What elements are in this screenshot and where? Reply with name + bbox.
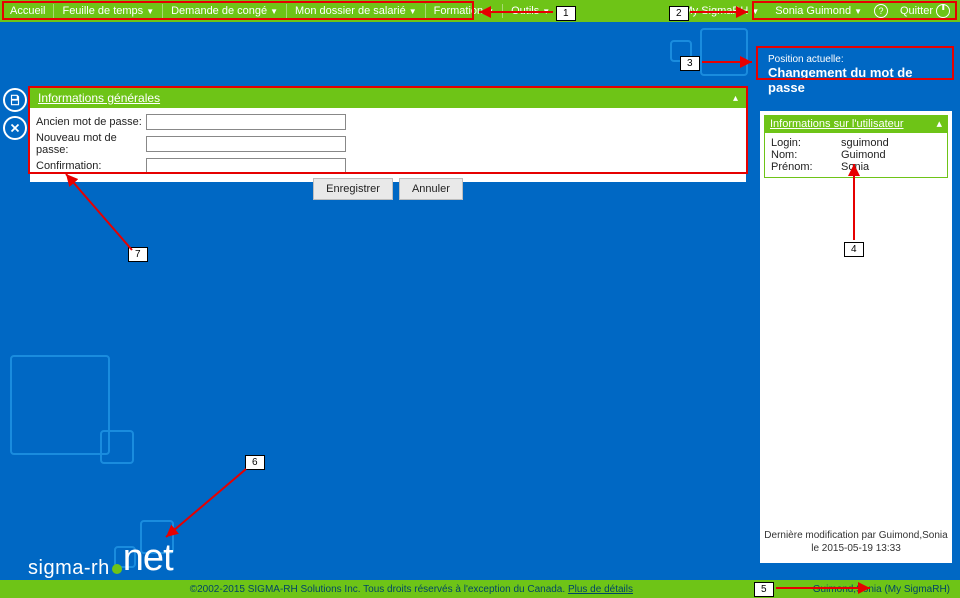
callout-5: 5 xyxy=(754,582,774,597)
login-value: sguimond xyxy=(841,137,889,149)
collapse-icon[interactable]: ▴ xyxy=(936,117,942,130)
new-password-label: Nouveau mot de passe: xyxy=(36,132,146,156)
dot-icon xyxy=(112,564,122,574)
chevron-down-icon: ▼ xyxy=(409,7,417,16)
nav-quit[interactable]: Quitter xyxy=(896,4,954,18)
cancel-button[interactable]: Annuler xyxy=(399,178,463,200)
user-info-header[interactable]: Informations sur l'utilisateur ▴ xyxy=(764,115,948,132)
nav-dossier[interactable]: Mon dossier de salarié▼ xyxy=(291,5,421,17)
confirm-password-input[interactable] xyxy=(146,158,346,174)
chevron-down-icon: ▼ xyxy=(146,7,154,16)
logo: sigma-rhnet xyxy=(28,537,173,580)
callout-3: 3 xyxy=(680,56,700,71)
panel-header[interactable]: Informations générales ▴ xyxy=(30,88,746,108)
deco-square xyxy=(100,430,134,464)
current-position: Position actuelle: Changement du mot de … xyxy=(760,48,952,105)
right-column: Position actuelle: Changement du mot de … xyxy=(760,48,952,563)
footer-details-link[interactable]: Plus de détails xyxy=(568,584,633,595)
prenom-value: Sonia xyxy=(841,161,869,173)
footer: ©2002-2015 SIGMA-RH Solutions Inc. Tous … xyxy=(0,580,960,598)
save-icon-button[interactable] xyxy=(3,88,27,112)
nav-conge[interactable]: Demande de congé▼ xyxy=(167,5,282,17)
chevron-down-icon: ▼ xyxy=(751,7,759,16)
close-icon xyxy=(8,121,22,135)
user-info-panel: Informations sur l'utilisateur ▴ Login:s… xyxy=(760,111,952,563)
nav-left: Accueil Feuille de temps▼ Demande de con… xyxy=(6,4,554,18)
nom-value: Guimond xyxy=(841,149,886,161)
nav-product[interactable]: My SigmaRH▼ xyxy=(680,5,764,17)
callout-1: 1 xyxy=(556,6,576,21)
power-icon xyxy=(936,4,950,18)
general-info-panel: Informations générales ▴ Ancien mot de p… xyxy=(30,88,746,182)
top-nav: Accueil Feuille de temps▼ Demande de con… xyxy=(0,0,960,22)
deco-square xyxy=(700,28,748,76)
nav-outils[interactable]: Outils▼ xyxy=(507,5,554,17)
nav-right: My SigmaRH▼ Sonia Guimond▼ ? Quitter xyxy=(680,4,954,18)
deco-square xyxy=(10,355,110,455)
old-password-input[interactable] xyxy=(146,114,346,130)
old-password-label: Ancien mot de passe: xyxy=(36,116,146,128)
confirm-password-label: Confirmation: xyxy=(36,160,146,172)
callout-6: 6 xyxy=(245,455,265,470)
nav-feuille[interactable]: Feuille de temps▼ xyxy=(58,5,158,17)
callout-2: 2 xyxy=(669,6,689,21)
floppy-icon xyxy=(8,93,22,107)
chevron-down-icon: ▼ xyxy=(542,7,550,16)
chevron-down-icon: ▼ xyxy=(854,7,862,16)
chevron-down-icon: ▼ xyxy=(486,7,494,16)
collapse-icon[interactable]: ▴ xyxy=(733,93,738,104)
nav-accueil[interactable]: Accueil xyxy=(6,5,49,17)
chevron-down-icon: ▼ xyxy=(270,7,278,16)
new-password-input[interactable] xyxy=(146,136,346,152)
form-buttons: Enregistrer Annuler xyxy=(30,178,746,200)
footer-context: Guimond,Sonia (My SigmaRH) xyxy=(813,584,950,595)
panel-title: Informations générales xyxy=(38,91,160,105)
nav-formation[interactable]: Formation▼ xyxy=(430,5,498,17)
callout-7: 7 xyxy=(128,247,148,262)
nom-label: Nom: xyxy=(771,149,841,161)
login-label: Login: xyxy=(771,137,841,149)
cancel-icon-button[interactable] xyxy=(3,116,27,140)
footer-copyright: ©2002-2015 SIGMA-RH Solutions Inc. Tous … xyxy=(10,584,813,595)
save-button[interactable]: Enregistrer xyxy=(313,178,393,200)
callout-4: 4 xyxy=(844,242,864,257)
help-icon[interactable]: ? xyxy=(874,4,888,18)
last-modified: Dernière modification par Guimond,Sonia … xyxy=(760,529,952,555)
nav-user[interactable]: Sonia Guimond▼ xyxy=(771,5,866,17)
position-label: Position actuelle: xyxy=(768,54,944,65)
prenom-label: Prénom: xyxy=(771,161,841,173)
position-value: Changement du mot de passe xyxy=(768,65,944,95)
